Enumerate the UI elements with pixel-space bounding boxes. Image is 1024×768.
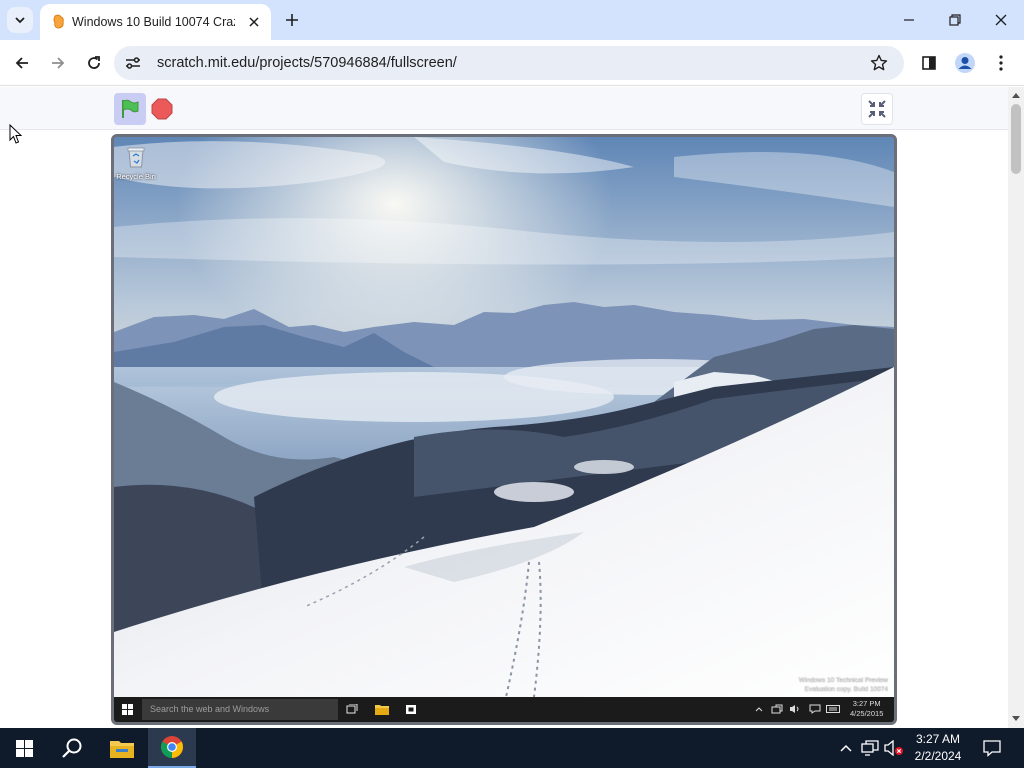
forward-arrow-icon [52,57,65,69]
taskbar-file-explorer[interactable] [98,728,146,768]
emulated-volume-icon[interactable] [788,702,802,716]
recycle-bin-label: Recycle Bin [116,172,156,181]
network-tray-button[interactable] [860,738,880,758]
emulated-start-icon[interactable] [122,704,133,715]
profile-icon [955,53,975,73]
close-icon [249,17,259,27]
scratch-favicon-icon [53,14,64,29]
file-explorer-icon [110,741,134,758]
tab-close-button[interactable] [245,13,263,31]
emulated-task-view-icon[interactable] [345,702,359,716]
bookmark-star-icon[interactable] [870,54,888,72]
scroll-up-arrow-icon[interactable] [1012,93,1020,98]
exit-fullscreen-icon [868,100,886,118]
browser-tab-active[interactable]: Windows 10 Build 10074 Crazy [40,4,271,40]
scroll-down-arrow-icon[interactable] [1012,716,1020,721]
network-icon [861,740,879,756]
chevron-down-icon [15,17,25,24]
watermark-line-2: Evaluation copy. Build 10074 [804,686,888,693]
green-flag-button[interactable] [114,93,146,125]
emulated-file-explorer-icon[interactable] [375,702,389,716]
windows-start-icon [15,739,33,757]
profile-button[interactable] [950,48,980,78]
emulated-clock-date: 4/25/2015 [850,709,884,718]
clock-date: 2/2/2024 [914,749,962,763]
system-clock[interactable]: 3:27 AM 2/2/2024 [904,731,972,765]
watermark-line-1: Windows 10 Technical Preview [798,677,888,684]
restore-icon [949,14,961,26]
url-text[interactable]: scratch.mit.edu/projects/570946884/fulls… [157,55,457,71]
emulated-keyboard-icon[interactable] [826,702,840,716]
page-scrollbar[interactable] [1008,87,1024,728]
chevron-up-icon [840,744,852,752]
address-bar[interactable]: scratch.mit.edu/projects/570946884/fulls… [114,46,904,80]
stop-button[interactable] [150,97,174,121]
emulated-network-icon[interactable] [770,702,784,716]
scratch-player-page: Recycle Bin Windows 10 Technical Preview… [0,87,1008,728]
emulated-notifications-icon[interactable] [808,702,822,716]
taskbar-search-button[interactable] [48,728,96,768]
exit-fullscreen-button[interactable] [861,93,893,125]
forward-button[interactable] [43,48,73,78]
minimize-icon [904,19,914,21]
emulated-windows-taskbar: Search the web and Windows 3:27 PM 4/25/… [114,697,894,722]
site-settings-icon[interactable] [124,54,142,72]
menu-dots-icon [999,55,1003,71]
windows-watermark: Windows 10 Technical Preview Evaluation … [799,676,888,694]
reload-button[interactable] [79,48,109,78]
reload-icon [88,56,100,69]
emulated-clock-time: 3:27 PM [852,699,881,708]
tab-title: Windows 10 Build 10074 Crazy [72,15,235,29]
new-tab-button[interactable] [280,8,304,32]
scrollbar-thumb[interactable] [1011,104,1021,174]
close-window-icon [995,14,1007,26]
emulated-store-icon[interactable] [404,702,418,716]
tab-search-button[interactable] [7,7,33,33]
recycle-bin-icon [127,147,145,168]
search-icon [62,738,82,758]
action-center-icon [983,740,1001,757]
scratch-controls-bar [0,87,1008,130]
restore-button[interactable] [937,6,973,34]
emulated-search-box[interactable]: Search the web and Windows [142,699,338,720]
recycle-bin-desktop-icon[interactable]: Recycle Bin [116,145,156,187]
emulated-clock[interactable]: 3:27 PM 4/25/2015 [850,699,883,719]
emulated-search-placeholder: Search the web and Windows [150,704,270,714]
volume-tray-button[interactable] [884,738,904,758]
emulated-tray-chevron-icon[interactable] [752,702,766,716]
desktop-wallpaper [114,137,894,697]
green-flag-icon [122,99,139,118]
plus-icon [286,14,298,26]
side-panel-button[interactable] [914,48,944,78]
minimize-button[interactable] [891,6,927,34]
chrome-menu-button[interactable] [986,48,1016,78]
stop-icon [151,98,173,120]
scratch-stage[interactable]: Recycle Bin Windows 10 Technical Preview… [111,134,897,725]
browser-tabstrip: Windows 10 Build 10074 Crazy [0,0,1024,40]
start-button[interactable] [0,728,48,768]
mouse-cursor-icon [9,124,23,144]
taskbar-chrome[interactable] [148,728,196,768]
windows-taskbar: 3:27 AM 2/2/2024 [0,728,1024,768]
close-window-button[interactable] [983,6,1019,34]
browser-toolbar: scratch.mit.edu/projects/570946884/fulls… [0,40,1024,86]
clock-time: 3:27 AM [915,732,961,746]
action-center-button[interactable] [982,738,1002,758]
volume-muted-icon [884,740,903,756]
back-button[interactable] [7,48,37,78]
side-panel-icon [922,56,936,70]
chrome-icon [161,736,183,758]
show-hidden-icons-button[interactable] [836,738,856,758]
back-arrow-icon [15,57,28,69]
